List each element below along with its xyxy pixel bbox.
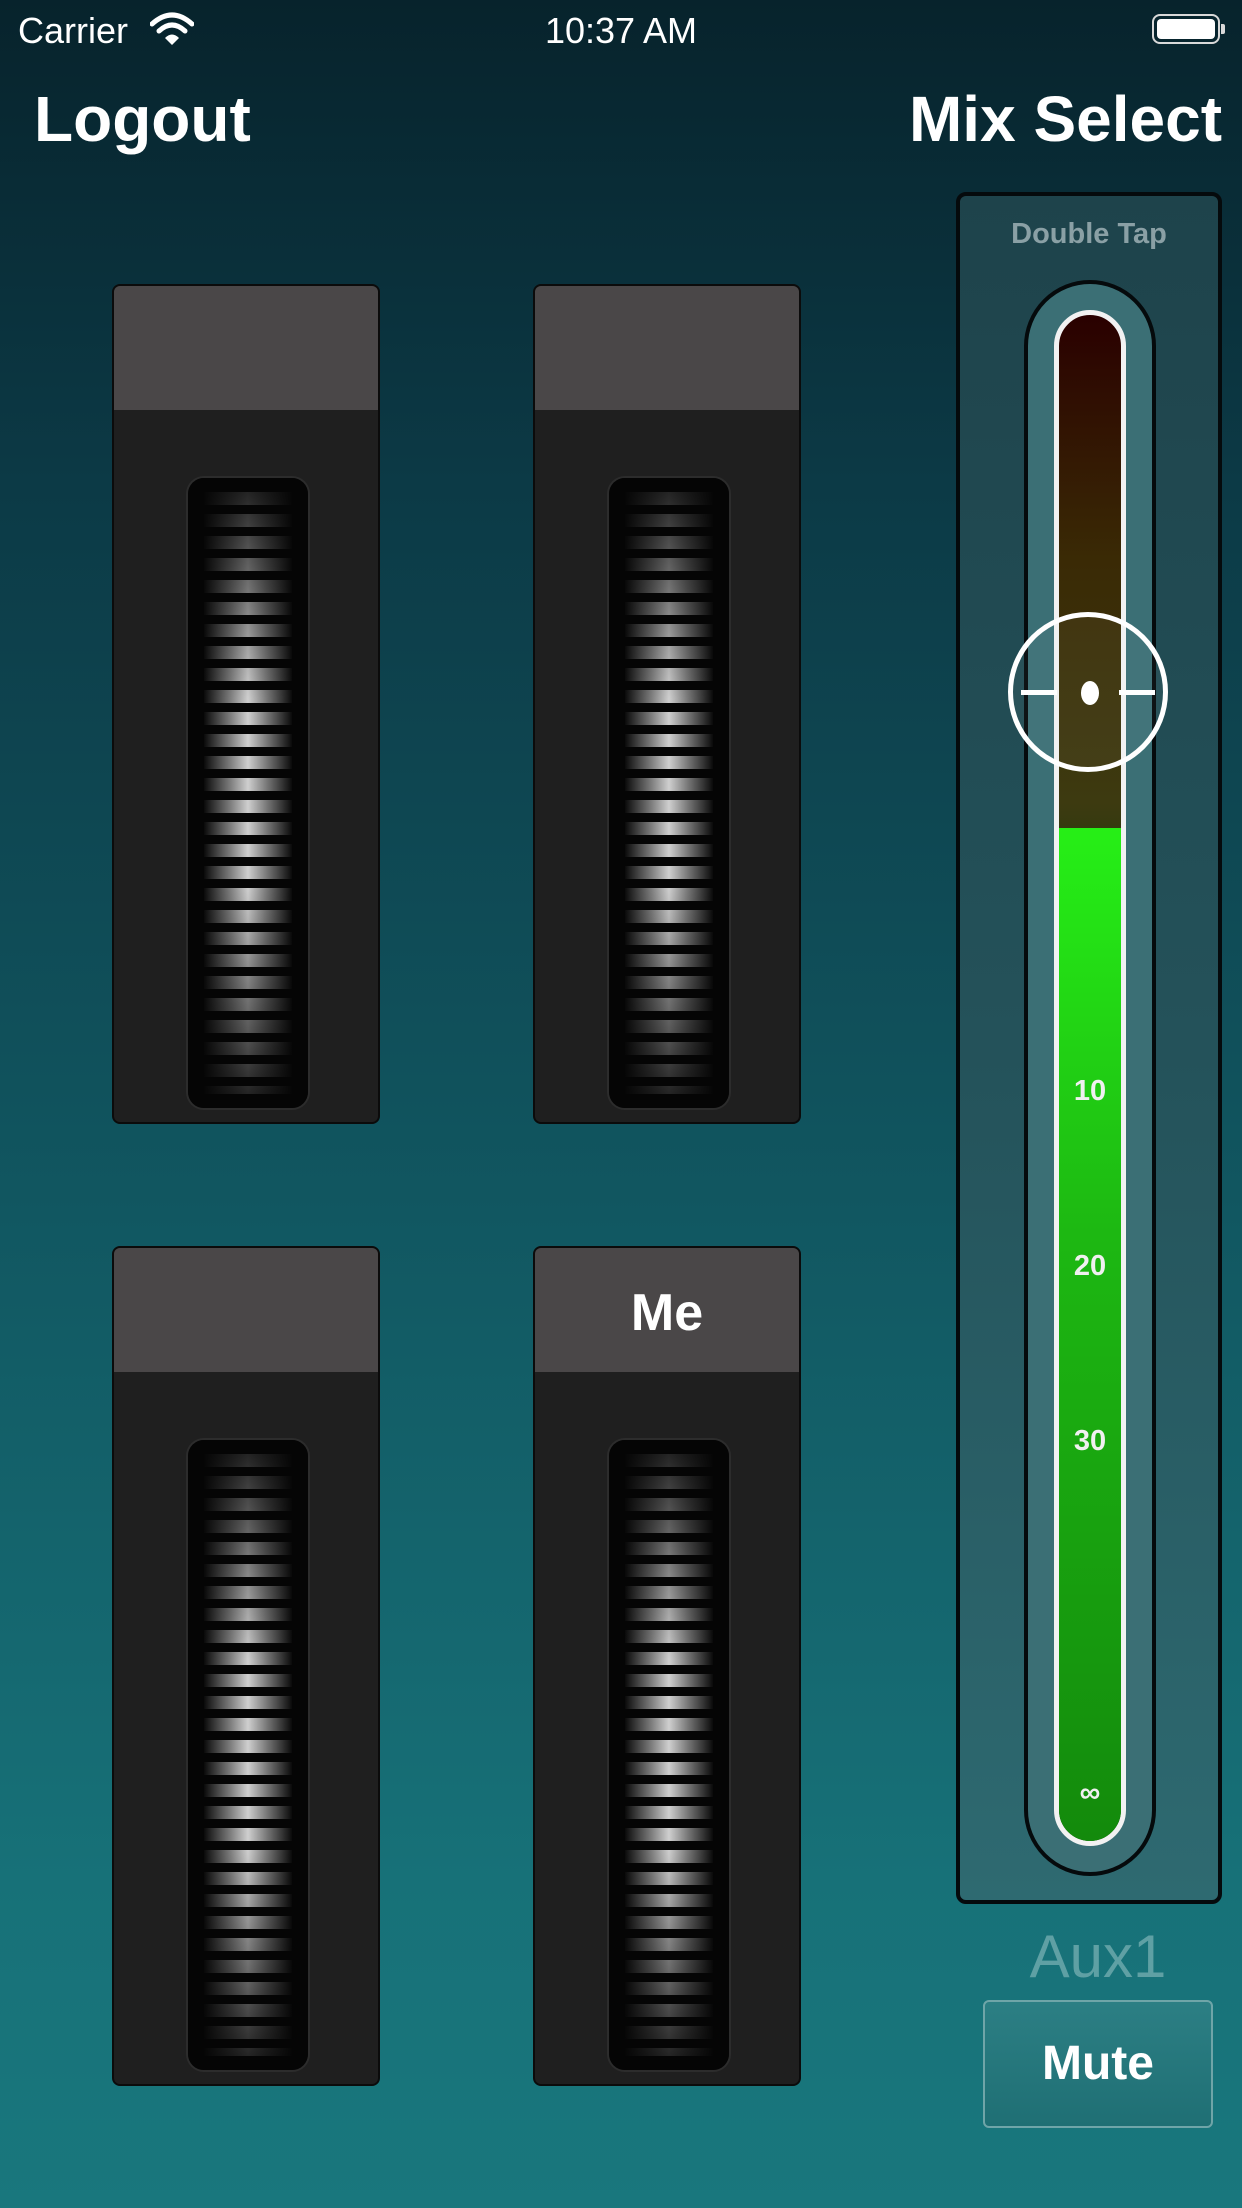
status-bar: Carrier 10:37 AM: [0, 0, 1242, 60]
channel-strip: [533, 284, 801, 1124]
master-fader-panel: Double Tap 10 20 30 ∞: [956, 192, 1222, 1904]
channel-fader[interactable]: [607, 1438, 731, 2072]
logout-button[interactable]: Logout: [34, 82, 251, 156]
clock: 10:37 AM: [544, 10, 698, 51]
channel-fader[interactable]: [186, 476, 310, 1110]
channel-strip: [112, 284, 380, 1124]
channel-name: Aux1: [1029, 1923, 1167, 1990]
channel-label[interactable]: [114, 1248, 378, 1372]
mix-select-button[interactable]: Mix Select: [909, 82, 1222, 156]
scale-label: ∞: [1079, 1777, 1101, 1809]
channel-strip: Me: [533, 1246, 801, 2086]
mute-button[interactable]: Mute: [983, 2000, 1213, 2128]
scale-label: 20: [1073, 1250, 1107, 1282]
double-tap-hint: Double Tap: [1011, 218, 1167, 250]
level-meter: 10 20 30 ∞: [1054, 310, 1126, 1846]
channel-fader[interactable]: [607, 476, 731, 1110]
channel-strip: [112, 1246, 380, 2086]
channel-fader[interactable]: [186, 1438, 310, 2072]
fader-track[interactable]: 10 20 30 ∞: [1024, 280, 1156, 1876]
channel-label[interactable]: [114, 286, 378, 410]
level-fill: [1059, 827, 1121, 1841]
scale-label: 10: [1073, 1075, 1107, 1107]
fader-knob[interactable]: [1008, 612, 1168, 772]
channel-label[interactable]: [535, 286, 799, 410]
scale-label: 30: [1073, 1425, 1107, 1457]
battery-icon: [1152, 14, 1225, 44]
channel-label[interactable]: Me: [535, 1248, 799, 1372]
